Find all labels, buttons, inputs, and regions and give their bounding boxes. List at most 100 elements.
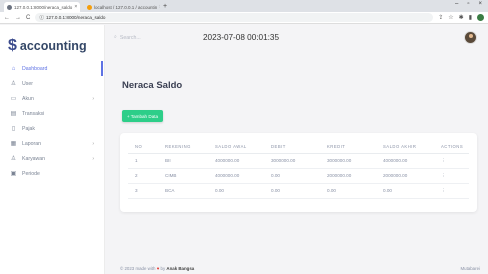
sidebar-item-transaksi[interactable]: ▤ Transaksi xyxy=(0,106,104,121)
current-datetime: 2023-07-08 00:01:35 xyxy=(203,33,280,42)
sidebar-item-periode[interactable]: ▣ Periode xyxy=(0,166,104,181)
sidebar-item-dashboard[interactable]: ⌂ Dashboard xyxy=(0,61,104,76)
table-row: 2 CIMB 4000000.00 0.00 2000000.00 200000… xyxy=(128,168,469,184)
report-icon: ▦ xyxy=(10,141,17,147)
sidebar-menu: ⌂ Dashboard ♙ User ▭ Akun › ▤ Transaksi … xyxy=(0,61,104,181)
sidebar-item-label: Dashboard xyxy=(22,65,48,72)
search-placeholder: Search... xyxy=(119,34,141,41)
close-window-icon[interactable]: × xyxy=(478,1,482,7)
table-header-row: NO REKENING SALDO AWAL DEBIT KREDIT SALD… xyxy=(128,141,469,154)
user-icon: ♙ xyxy=(10,81,17,87)
reload-icon[interactable]: C xyxy=(26,15,30,21)
sidebar-item-label: Transaksi xyxy=(22,110,45,117)
footer-by: by xyxy=(160,266,166,271)
info-icon: ⓘ xyxy=(39,14,44,20)
footer-prefix: © 2023 made with xyxy=(120,266,156,271)
sidebar-item-pajak[interactable]: ▯ Pajak xyxy=(0,121,104,136)
header-no: NO xyxy=(128,141,158,154)
sidebar-item-akun[interactable]: ▭ Akun › xyxy=(0,91,104,106)
sidebar-item-label: Karyawan xyxy=(22,155,46,162)
avatar[interactable] xyxy=(464,31,477,44)
table-card: NO REKENING SALDO AWAL DEBIT KREDIT SALD… xyxy=(120,133,477,212)
footer-link[interactable]: Mutabarei xyxy=(460,266,480,271)
sidebar-item-karyawan[interactable]: ♙ Karyawan › xyxy=(0,151,104,166)
extensions-icon[interactable]: ✱ xyxy=(459,14,464,21)
people-icon: ♙ xyxy=(10,156,17,162)
search-input[interactable]: ⌕ Search... xyxy=(114,34,141,41)
cell-saldo-akhir: 2000000.00 xyxy=(376,168,434,184)
folder-icon: ▭ xyxy=(10,96,17,102)
cell-debit: 0.00 xyxy=(264,168,320,184)
profile-icon[interactable] xyxy=(477,14,484,21)
cell-debit: 0.00 xyxy=(264,183,320,199)
address-bar: ← → C ⓘ 127.0.0.1:8000/neraca_saldo ⇪ ☆ … xyxy=(0,12,488,24)
sidebar-item-label: User xyxy=(22,80,33,87)
cell-kredit: 2000000.00 xyxy=(320,168,376,184)
brand-logo[interactable]: $ accounting xyxy=(8,37,87,55)
cell-no: 2 xyxy=(128,168,158,184)
cell-saldo-awal: 0.00 xyxy=(208,183,264,199)
calendar-icon: ▣ xyxy=(10,171,17,177)
header-saldo-akhir: SALDO AKHIR xyxy=(376,141,434,154)
url-field[interactable]: ⓘ 127.0.0.1:8000/neraca_saldo xyxy=(35,13,434,22)
add-data-button[interactable]: + Tambah Data xyxy=(122,110,163,122)
cell-saldo-awal: 4000000.00 xyxy=(208,153,264,169)
header-debit: DEBIT xyxy=(264,141,320,154)
home-icon: ⌂ xyxy=(11,65,16,72)
sidebar-item-label: Akun xyxy=(22,95,34,102)
tab-label: 127.0.0.1:8000/neraca_saldo xyxy=(14,4,73,10)
tab-label: localhost / 127.0.0.1 / accountin xyxy=(94,4,158,10)
brand-name: accounting xyxy=(19,39,87,53)
sidebar-item-label: Pajak xyxy=(22,125,35,132)
topbar: ⌕ Search... 2023-07-08 00:01:35 xyxy=(106,25,488,53)
forward-icon[interactable]: → xyxy=(15,15,21,21)
receipt-icon: ▤ xyxy=(10,111,17,117)
neraca-saldo-table: NO REKENING SALDO AWAL DEBIT KREDIT SALD… xyxy=(128,141,469,199)
cell-debit: 3000000.00 xyxy=(264,153,320,169)
table-row: 3 BCA 0.00 0.00 0.00 0.00 ⋮ xyxy=(128,183,469,199)
minimize-icon[interactable]: – xyxy=(455,1,458,7)
maximize-icon[interactable]: ▫ xyxy=(467,1,469,7)
sidebar: $ accounting ⌂ Dashboard ♙ User ▭ Akun ›… xyxy=(0,25,105,274)
header-rekening: REKENING xyxy=(158,141,208,154)
star-icon[interactable]: ☆ xyxy=(448,14,453,21)
header-actions: ACTIONS xyxy=(434,141,469,154)
browser-tab[interactable]: localhost / 127.0.0.1 / accountin × xyxy=(84,2,160,12)
phpmyadmin-icon xyxy=(87,4,92,10)
window-controls: – ▫ × xyxy=(455,1,482,7)
globe-icon xyxy=(7,4,12,10)
row-actions-icon[interactable]: ⋮ xyxy=(434,153,469,169)
back-icon[interactable]: ← xyxy=(4,15,10,21)
cell-kredit: 3000000.00 xyxy=(320,153,376,169)
cell-saldo-akhir: 0.00 xyxy=(376,183,434,199)
row-actions-icon[interactable]: ⋮ xyxy=(434,183,469,199)
table-row: 1 BII 4000000.00 3000000.00 3000000.00 4… xyxy=(128,153,469,169)
cell-rekening: BII xyxy=(158,153,208,169)
footer-credit: © 2023 made with ♥ by Anak Bangsa xyxy=(120,266,194,271)
new-tab-button[interactable]: + xyxy=(163,3,167,10)
browser-tabbar: 127.0.0.1:8000/neraca_saldo × localhost … xyxy=(0,0,488,12)
chevron-right-icon: › xyxy=(92,95,94,102)
sidebar-item-user[interactable]: ♙ User xyxy=(0,76,104,91)
chevron-right-icon: › xyxy=(92,155,94,162)
dollar-icon: $ xyxy=(8,37,17,54)
page-title: Neraca Saldo xyxy=(122,80,183,91)
cell-saldo-awal: 4000000.00 xyxy=(208,168,264,184)
sidebar-item-laporan[interactable]: ▦ Laporan › xyxy=(0,136,104,151)
cell-kredit: 0.00 xyxy=(320,183,376,199)
close-icon[interactable]: × xyxy=(159,4,160,10)
url-text: 127.0.0.1:8000/neraca_saldo xyxy=(45,15,106,20)
footer-author[interactable]: Anak Bangsa xyxy=(166,266,194,271)
row-actions-icon[interactable]: ⋮ xyxy=(434,168,469,184)
browser-tab-active[interactable]: 127.0.0.1:8000/neraca_saldo × xyxy=(4,2,80,12)
header-kredit: KREDIT xyxy=(320,141,376,154)
sidebar-item-label: Periode xyxy=(22,170,40,177)
sidebar-item-label: Laporan xyxy=(22,140,42,147)
header-saldo-awal: SALDO AWAL xyxy=(208,141,264,154)
cell-no: 3 xyxy=(128,183,158,199)
close-icon[interactable]: × xyxy=(74,4,77,10)
sidepanel-icon[interactable]: ▮ xyxy=(469,14,472,21)
chevron-right-icon: › xyxy=(92,140,94,147)
cell-saldo-akhir: 4000000.00 xyxy=(376,153,434,169)
share-icon[interactable]: ⇪ xyxy=(438,14,443,21)
